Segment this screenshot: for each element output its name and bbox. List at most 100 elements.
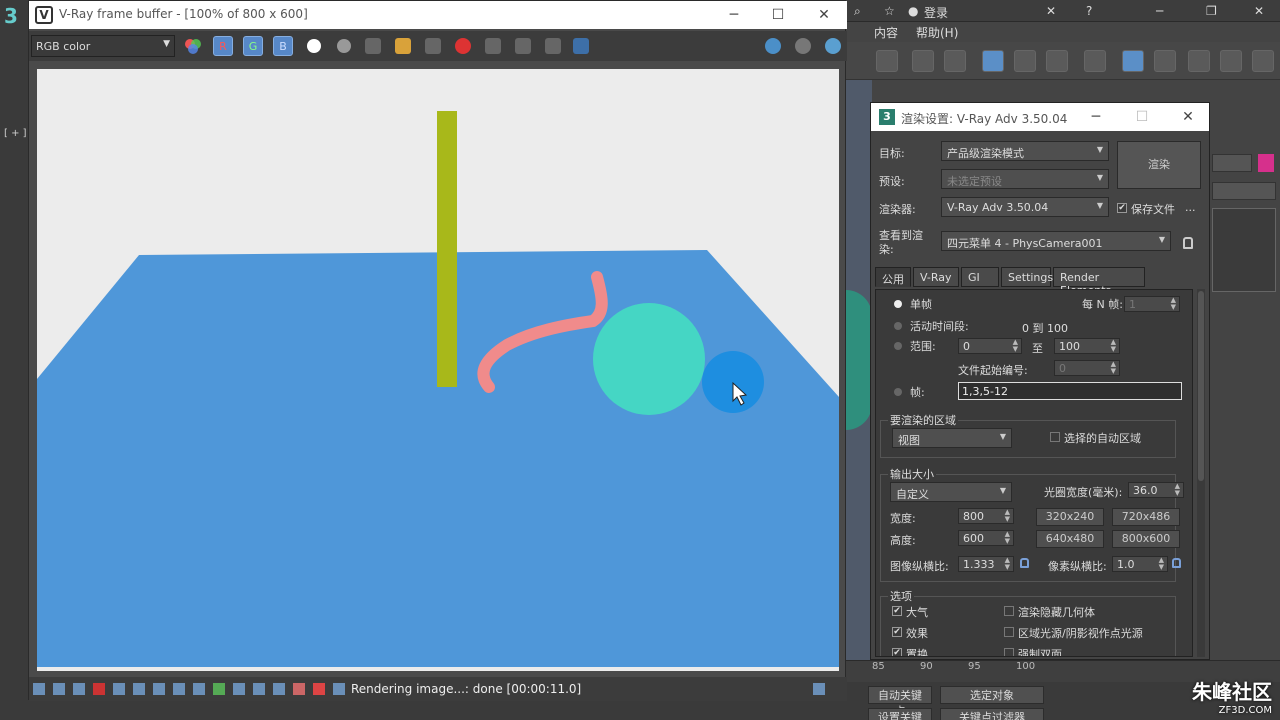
search-icon[interactable]: ⌕ bbox=[854, 4, 861, 19]
render-teapot-icon[interactable] bbox=[765, 38, 781, 54]
status-icon[interactable] bbox=[313, 683, 325, 695]
area-dropdown[interactable]: 视图 ▼ bbox=[892, 428, 1012, 448]
every-n-spinner[interactable]: 1 ▲ ▼ bbox=[1124, 296, 1180, 312]
status-icon[interactable] bbox=[153, 683, 165, 695]
tab-settings[interactable]: Settings bbox=[1001, 267, 1053, 287]
color-channels-icon[interactable] bbox=[183, 36, 203, 56]
rendered-image[interactable] bbox=[37, 69, 839, 671]
target-dropdown[interactable]: 产品级渲染模式 ▼ bbox=[941, 141, 1109, 161]
viewport-label[interactable]: [ + ] bbox=[4, 128, 27, 139]
render-icon[interactable] bbox=[1188, 50, 1210, 72]
info-icon[interactable] bbox=[73, 683, 85, 695]
channel-dropdown[interactable]: RGB color ▼ bbox=[31, 35, 175, 57]
menu-help[interactable]: 帮助(H) bbox=[916, 24, 958, 41]
minimize-icon[interactable]: ─ bbox=[1156, 4, 1163, 18]
schematic-icon[interactable] bbox=[1046, 50, 1068, 72]
lut-icon[interactable] bbox=[93, 683, 105, 695]
menu-content[interactable]: 内容 bbox=[874, 24, 898, 41]
modifier-list[interactable] bbox=[1212, 182, 1276, 200]
render-button[interactable]: 渲染 bbox=[1117, 141, 1201, 189]
render-online-icon[interactable] bbox=[1252, 50, 1274, 72]
tab-vray[interactable]: V-Ray bbox=[913, 267, 959, 287]
auto-region-checkbox[interactable] bbox=[1050, 432, 1060, 442]
maximize-button[interactable]: ☐ bbox=[1127, 107, 1157, 127]
width-spinner[interactable]: 800 ▲ ▼ bbox=[958, 508, 1014, 524]
save-icon[interactable] bbox=[365, 38, 381, 54]
red-channel-button[interactable]: R bbox=[213, 36, 233, 56]
status-icon[interactable] bbox=[53, 683, 65, 695]
tab-common[interactable]: 公用 bbox=[875, 267, 911, 287]
status-icon[interactable] bbox=[133, 683, 145, 695]
preset-800x600-button[interactable]: 800x600 bbox=[1112, 530, 1180, 548]
atmosphere-checkbox[interactable]: ✔ bbox=[892, 606, 902, 616]
green-channel-button[interactable]: G bbox=[243, 36, 263, 56]
material-editor-icon[interactable] bbox=[1084, 50, 1106, 72]
close-button[interactable]: ✕ bbox=[1173, 107, 1203, 127]
teapot-icon[interactable] bbox=[545, 38, 561, 54]
clear-icon[interactable] bbox=[425, 38, 441, 54]
status-icon[interactable] bbox=[273, 683, 285, 695]
undo-icon[interactable] bbox=[876, 50, 898, 72]
render-frame-icon[interactable] bbox=[1154, 50, 1176, 72]
effects-checkbox[interactable]: ✔ bbox=[892, 627, 902, 637]
height-spinner[interactable]: 600 ▲ ▼ bbox=[958, 530, 1014, 546]
pixel-aspect-lock-icon[interactable] bbox=[1172, 558, 1181, 568]
login-link[interactable]: 登录 bbox=[924, 4, 948, 21]
frames-input[interactable]: 1,3,5-12 bbox=[958, 382, 1182, 400]
curve-editor-icon[interactable] bbox=[1014, 50, 1036, 72]
load-icon[interactable] bbox=[395, 38, 411, 54]
status-icon[interactable] bbox=[113, 683, 125, 695]
selected-dropdown[interactable]: 选定对象 bbox=[940, 686, 1044, 704]
close-icon[interactable]: ✕ bbox=[1254, 4, 1264, 18]
stop-render-icon[interactable] bbox=[795, 38, 811, 54]
tab-render-elements[interactable]: Render Elements bbox=[1053, 267, 1145, 297]
single-frame-radio[interactable] bbox=[894, 300, 902, 308]
render-hidden-checkbox[interactable] bbox=[1004, 606, 1014, 616]
close-button[interactable]: ✕ bbox=[809, 5, 839, 25]
scene-explorer-icon[interactable] bbox=[982, 50, 1004, 72]
force-2sided-checkbox[interactable] bbox=[1004, 648, 1014, 656]
renderer-dropdown[interactable]: V-Ray Adv 3.50.04 ▼ bbox=[941, 197, 1109, 217]
modifier-stack[interactable] bbox=[1212, 208, 1276, 292]
status-icon[interactable] bbox=[233, 683, 245, 695]
displacement-checkbox[interactable]: ✔ bbox=[892, 648, 902, 656]
range-from-spinner[interactable]: 0 ▲ ▼ bbox=[958, 338, 1022, 354]
render-setup-icon[interactable] bbox=[1122, 50, 1144, 72]
preset-dropdown[interactable]: 未选定预设 ▼ bbox=[941, 169, 1109, 189]
list-icon[interactable] bbox=[912, 50, 934, 72]
tab-gi[interactable]: GI bbox=[961, 267, 999, 287]
status-icon[interactable] bbox=[193, 683, 205, 695]
view-to-render-dropdown[interactable]: 四元菜单 4 - PhysCamera001 ▼ bbox=[941, 231, 1171, 251]
status-icon[interactable] bbox=[213, 683, 225, 695]
aperture-spinner[interactable]: 36.0 ▲ ▼ bbox=[1128, 482, 1184, 498]
minimize-button[interactable]: ─ bbox=[1081, 107, 1111, 127]
save-file-checkbox[interactable]: ✔ bbox=[1117, 203, 1127, 213]
status-icon[interactable] bbox=[173, 683, 185, 695]
stop-icon[interactable] bbox=[455, 38, 471, 54]
object-name-field[interactable] bbox=[1212, 154, 1252, 172]
image-aspect-lock-icon[interactable] bbox=[1020, 558, 1029, 568]
white-alpha-icon[interactable] bbox=[307, 39, 321, 53]
help-icon[interactable]: ? bbox=[1086, 4, 1092, 18]
frames-radio[interactable] bbox=[894, 388, 902, 396]
region-icon[interactable] bbox=[485, 38, 501, 54]
scrollbar-thumb[interactable] bbox=[1198, 291, 1204, 481]
output-size-dropdown[interactable]: 自定义 ▼ bbox=[890, 482, 1012, 502]
minimize-button[interactable]: ─ bbox=[719, 5, 749, 25]
area-lights-checkbox[interactable] bbox=[1004, 627, 1014, 637]
render-last-icon[interactable] bbox=[825, 38, 841, 54]
key-filters-button[interactable]: 关键点过滤器 bbox=[940, 708, 1044, 720]
restore-icon[interactable]: ❐ bbox=[1206, 4, 1217, 18]
file-number-spinner[interactable]: 0 ▲ ▼ bbox=[1054, 360, 1120, 376]
range-radio[interactable] bbox=[894, 342, 902, 350]
status-icon[interactable] bbox=[813, 683, 825, 695]
render-setup-scrollbar[interactable] bbox=[1197, 289, 1205, 657]
blue-channel-button[interactable]: B bbox=[273, 36, 293, 56]
active-segment-radio[interactable] bbox=[894, 322, 902, 330]
track-mouse-icon[interactable] bbox=[515, 38, 531, 54]
image-aspect-spinner[interactable]: 1.333 ▲ ▼ bbox=[958, 556, 1014, 572]
more-button[interactable]: ... bbox=[1185, 201, 1196, 214]
render-history-icon[interactable] bbox=[573, 38, 589, 54]
status-icon[interactable] bbox=[293, 683, 305, 695]
auto-key-button[interactable]: 自动关键点 bbox=[868, 686, 932, 718]
